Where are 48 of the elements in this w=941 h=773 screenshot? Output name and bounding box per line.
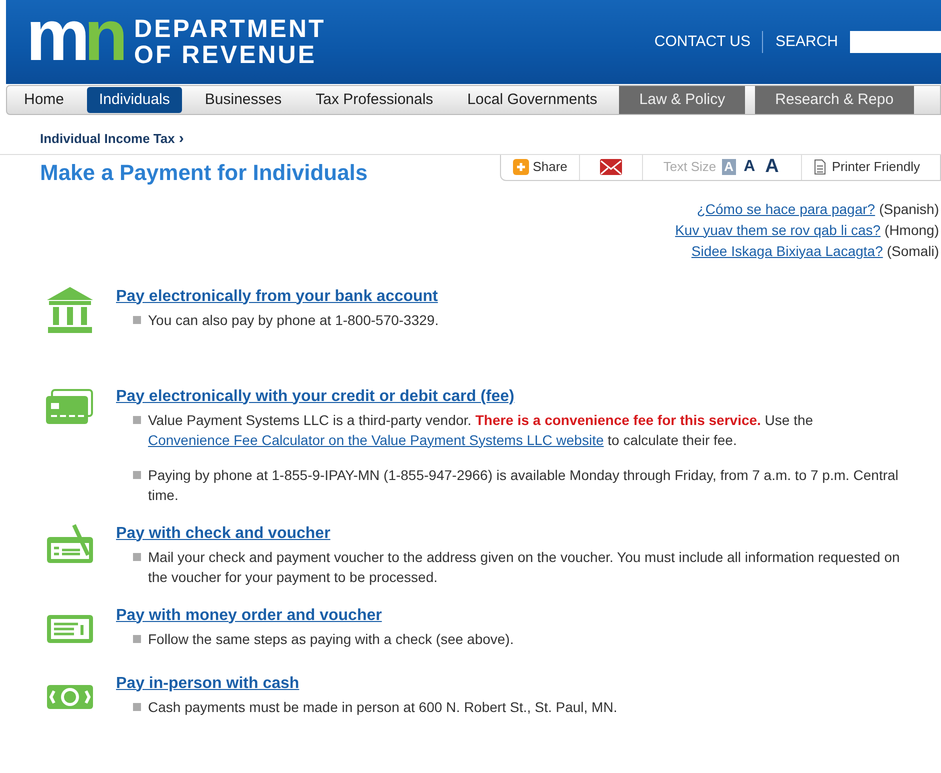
nav-tab[interactable]: Local Governments	[455, 87, 610, 113]
language-link[interactable]: ¿Cómo se hace para pagar?	[696, 198, 876, 220]
section-link[interactable]: Pay electronically with your credit or debit card (fee)	[116, 388, 514, 404]
section-link[interactable]: Pay in-person with cash	[116, 674, 300, 692]
page-title: Make a Payment for Individuals	[40, 158, 368, 187]
nav-tab[interactable]: Individuals	[87, 87, 182, 113]
bullet-icon	[133, 316, 141, 324]
contact-link[interactable]: CONTACT US	[654, 30, 764, 54]
nav-tab[interactable]: Law & Policy	[619, 86, 746, 114]
bullet-icon	[133, 634, 141, 642]
breadcrumb-arrow: ›	[178, 131, 184, 146]
logo-subtitle: OF REVENUE	[134, 42, 318, 68]
text-size-button[interactable]: A	[763, 159, 781, 175]
language-name: (Spanish)	[879, 200, 939, 219]
bullet-icon	[133, 416, 141, 424]
bullet-text: Follow the same steps as paying with a check (see above).	[148, 630, 514, 648]
bullet-text: Value Payment Systems LLC is a third-party vendor. There is a convenience fee for this service. Use the Convenience Fee Calculator on the Value Payment Systems LLC website to calculate their fee.	[148, 410, 814, 450]
language-link[interactable]: Kuv yuav them se rov qab li cas?	[675, 220, 881, 240]
logo-title: DEPARTMENT	[134, 16, 326, 42]
nav-tab[interactable]: Businesses	[192, 87, 294, 113]
plus-icon	[512, 159, 529, 175]
language-name: (Hmong)	[884, 220, 939, 240]
bullet-icon	[133, 702, 141, 710]
document-icon	[814, 159, 826, 175]
bullet-icon	[133, 552, 141, 560]
language-link[interactable]: Sidee Iskaga Bixiyaa Lacagta?	[691, 240, 883, 262]
bullet-icon	[133, 470, 141, 478]
nav-tab[interactable]: Research & Repo	[755, 86, 914, 114]
bullet-text: You can also pay by phone at 1-800-570-3329.	[148, 310, 439, 330]
bullet-text: Paying by phone at 1-855-9-IPAY-MN (1-855-947-2966) is available Monday through Friday, from 7 a.m. to 7 p.m. Central time.	[148, 466, 900, 504]
section-link[interactable]: Pay with money order and voucher	[116, 606, 382, 624]
text-size-button[interactable]: A	[742, 159, 758, 175]
logo-mark: mn	[26, 6, 122, 78]
search-field[interactable]	[850, 31, 941, 53]
text-size-label: Text Size	[663, 158, 716, 176]
section-link[interactable]: Pay with check and voucher	[116, 524, 330, 542]
share-button[interactable]: Share	[500, 154, 580, 180]
breadcrumb-link[interactable]: Individual Income Tax	[40, 129, 175, 148]
bullet-text: Mail your check and payment voucher to the address given on the voucher. You must include all information requested on the voucher for your payment to be processed.	[148, 548, 901, 586]
section-link[interactable]: Pay electronically from your bank account	[116, 288, 438, 304]
language-name: (Somali)	[886, 242, 939, 261]
printer-friendly-button[interactable]: Printer Friendly	[802, 154, 940, 180]
calculator-link[interactable]: Convenience Fee Calculator on the Value Payment Systems LLC website	[148, 432, 604, 448]
envelope-icon	[600, 159, 622, 175]
nav-tab[interactable]: Home	[12, 87, 76, 113]
nav-tab[interactable]: Tax Professionals	[304, 87, 446, 113]
bullet-text: Cash payments must be made in person at 600 N. Robert St., St. Paul, MN.	[148, 698, 618, 716]
search-label: SEARCH	[774, 32, 839, 52]
